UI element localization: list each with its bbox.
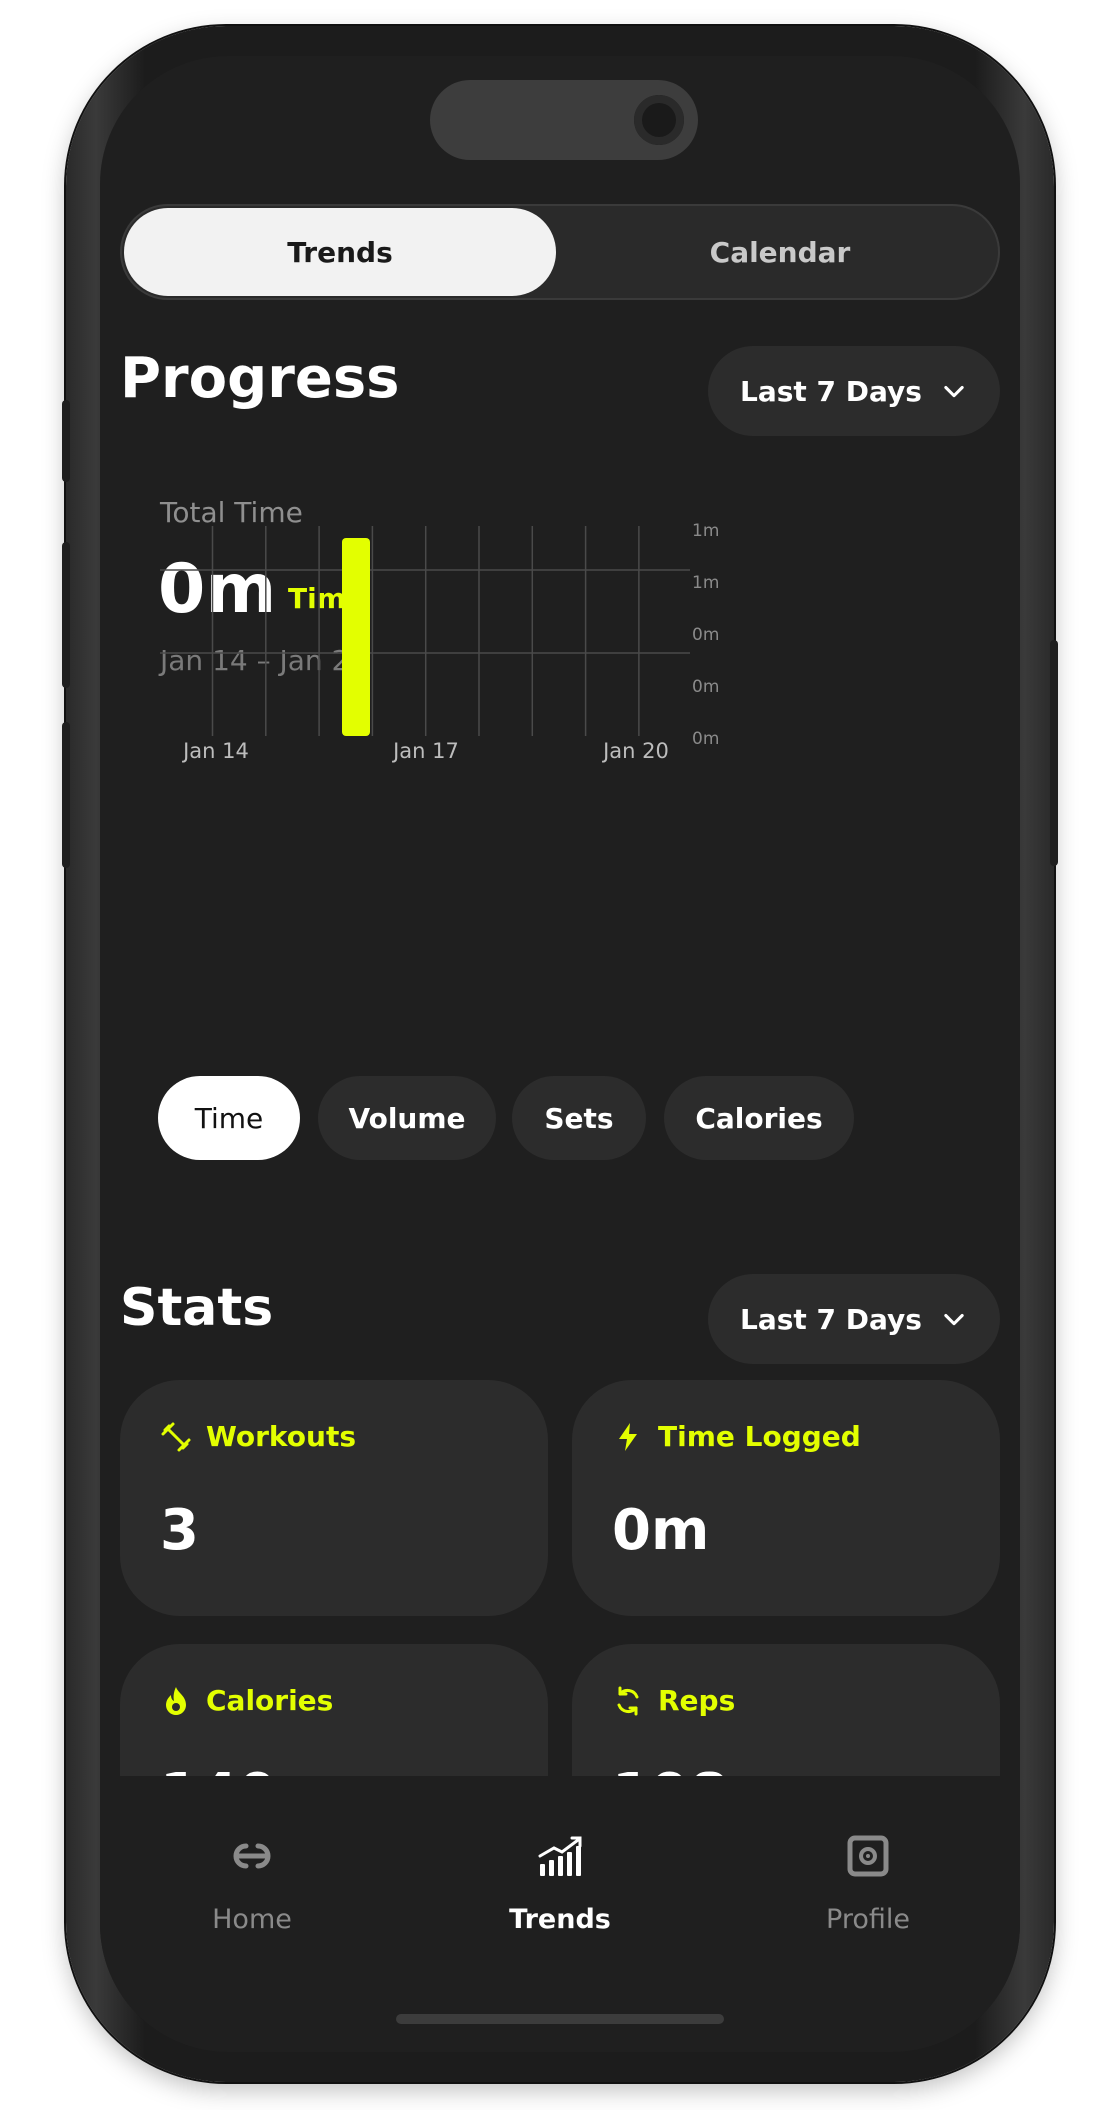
action-button [62, 400, 70, 482]
pill-calories[interactable]: Calories [664, 1076, 854, 1160]
stat-label: Time Logged [658, 1420, 861, 1453]
tab-trends-nav[interactable]: Trends [460, 1828, 660, 1935]
power-button [1050, 640, 1058, 866]
app-screen: Trends Calendar Progress Last 7 Days Tot… [100, 56, 1020, 2052]
stat-card-workouts[interactable]: Workouts 3 [120, 1380, 548, 1616]
pill-sets[interactable]: Sets [512, 1076, 646, 1160]
stats-range-dropdown[interactable]: Last 7 Days [708, 1274, 1000, 1364]
y-tick-label: 0m [692, 677, 719, 697]
tab-label: Trends [509, 1904, 611, 1935]
chevron-down-icon [944, 1313, 964, 1326]
x-tick-label: Jan 14 [181, 739, 249, 763]
flame-icon [166, 1686, 186, 1715]
refresh-icon [617, 1686, 639, 1715]
pill-time[interactable]: Time [158, 1076, 300, 1160]
tab-profile[interactable]: Profile [768, 1828, 968, 1935]
volume-down-button [62, 722, 70, 868]
y-tick-label: 1m [692, 521, 719, 541]
y-tick-label: 1m [692, 573, 719, 593]
tab-home[interactable]: Home [152, 1828, 352, 1935]
volume-up-button [62, 542, 70, 688]
profile-gear-icon [847, 1835, 889, 1877]
trends-chart-icon [538, 1836, 582, 1876]
stat-label: Workouts [206, 1420, 357, 1453]
progress-chart: 1m 1m 0m 0m 0m Jan 14 Jan 17 Jan 20 [160, 521, 719, 763]
stats-range-label: Last 7 Days [740, 1302, 922, 1336]
home-indicator [396, 2014, 724, 2024]
bottom-tab-bar: Home Trends Profile [100, 1776, 1020, 2052]
stat-value: 3 [160, 1498, 199, 1563]
x-tick-label: Jan 20 [601, 739, 669, 763]
stat-label: Calories [206, 1684, 334, 1717]
x-tick-label: Jan 17 [391, 739, 459, 763]
tab-label: Home [212, 1904, 292, 1935]
stat-card-time-logged[interactable]: Time Logged 0m [572, 1380, 1000, 1616]
stat-value: 0m [612, 1498, 710, 1563]
bolt-icon [619, 1422, 637, 1451]
stat-label: Reps [658, 1684, 736, 1717]
home-dumbbell-icon [233, 1843, 271, 1869]
dumbbell-icon [161, 1422, 191, 1451]
y-tick-label: 0m [692, 729, 719, 749]
pill-volume[interactable]: Volume [318, 1076, 496, 1160]
y-tick-label: 0m [692, 625, 719, 645]
stats-title: Stats [120, 1278, 274, 1338]
tab-label: Profile [826, 1904, 910, 1935]
chart-bar [342, 538, 370, 736]
